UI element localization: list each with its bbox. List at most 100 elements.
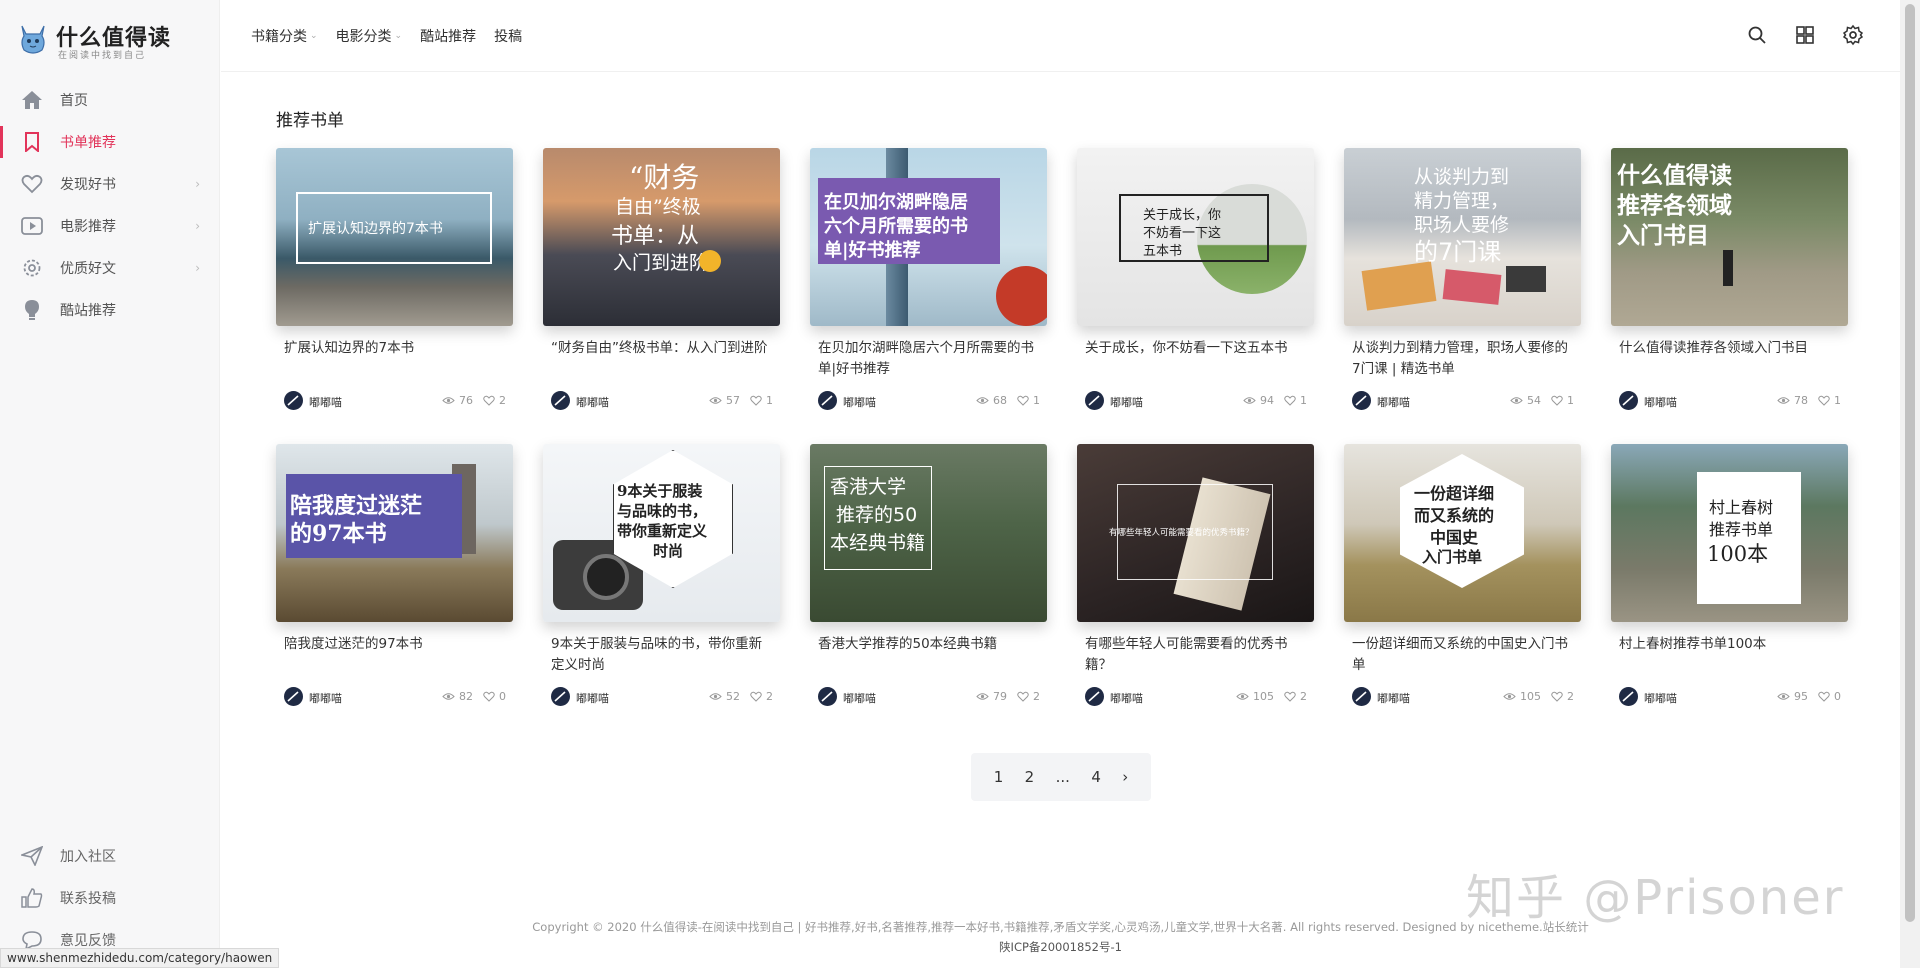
next-page-icon[interactable]: ›: [1122, 768, 1128, 786]
thumbnail-text-line: “财务: [629, 161, 700, 194]
search-icon[interactable]: [1746, 24, 1768, 46]
card-title[interactable]: “财务自由”终极书单：从入门到进阶: [551, 338, 773, 359]
author-name[interactable]: 嘟嘟喵: [309, 690, 342, 706]
nav-book-categories[interactable]: 书籍分类 ⌄: [251, 26, 318, 46]
card-thumbnail[interactable]: 关于成长，你 不妨看一下这 五本书: [1077, 148, 1314, 326]
booklist-card[interactable]: 关于成长，你 不妨看一下这 五本书 关于成长，你不妨看一下这五本书 嘟嘟喵 94…: [1077, 148, 1314, 410]
card-title[interactable]: 陪我度过迷茫的97本书: [284, 634, 506, 655]
like-count: 0: [1834, 690, 1841, 703]
booklist-card[interactable]: 一份超详细 而又系统的 中国史 入门书单 一份超详细而又系统的中国史入门书单 嘟…: [1344, 444, 1581, 706]
author-name[interactable]: 嘟嘟喵: [576, 690, 609, 706]
page-1[interactable]: 1: [994, 768, 1004, 786]
avatar[interactable]: [1085, 687, 1104, 706]
card-title[interactable]: 香港大学推荐的50本经典书籍: [818, 634, 1040, 655]
author-name[interactable]: 嘟嘟喵: [1110, 690, 1143, 706]
sidebar-item-home[interactable]: 首页: [0, 80, 220, 120]
author-name[interactable]: 嘟嘟喵: [1644, 690, 1677, 706]
author-name[interactable]: 嘟嘟喵: [1644, 394, 1677, 410]
author-name[interactable]: 嘟嘟喵: [309, 394, 342, 410]
card-title[interactable]: 有哪些年轻人可能需要看的优秀书籍？: [1085, 634, 1307, 676]
card-thumbnail[interactable]: 有哪些年轻人可能需要看的优秀书籍？: [1077, 444, 1314, 622]
author-name[interactable]: 嘟嘟喵: [1377, 394, 1410, 410]
nav-label: 酷站推荐: [420, 29, 477, 45]
booklist-card[interactable]: 有哪些年轻人可能需要看的优秀书籍？ 有哪些年轻人可能需要看的优秀书籍？ 嘟嘟喵 …: [1077, 444, 1314, 706]
page-2[interactable]: 2: [1025, 768, 1035, 786]
like-count: 1: [1300, 394, 1307, 407]
avatar[interactable]: [818, 391, 837, 410]
like-count: 1: [1567, 394, 1574, 407]
sidebar-item-discover-books[interactable]: 发现好书 ›: [0, 164, 220, 204]
avatar[interactable]: [551, 687, 570, 706]
card-title[interactable]: 扩展认知边界的7本书: [284, 338, 506, 359]
grid-icon[interactable]: [1794, 24, 1816, 46]
nav-cool-sites[interactable]: 酷站推荐: [420, 26, 476, 46]
thumbnail-text-line: 一份超详细: [1414, 484, 1495, 503]
page-4[interactable]: 4: [1091, 768, 1101, 786]
booklist-card[interactable]: “财务 自由”终极 书单：从 入门到进阶 “财务自由”终极书单：从入门到进阶 嘟…: [543, 148, 780, 410]
avatar[interactable]: [284, 391, 303, 410]
thumbnail-text-line: 中国史: [1430, 528, 1479, 547]
view-count: 95: [1794, 690, 1808, 703]
author-name[interactable]: 嘟嘟喵: [843, 394, 876, 410]
card-title[interactable]: 9本关于服装与品味的书，带你重新定义时尚: [551, 634, 773, 676]
card-title[interactable]: 关于成长，你不妨看一下这五本书: [1085, 338, 1307, 359]
card-thumbnail[interactable]: 香港大学 推荐的50 本经典书籍: [810, 444, 1047, 622]
booklist-card[interactable]: 村上春树 推荐书单 100本 村上春树推荐书单100本 嘟嘟喵 95 0: [1611, 444, 1848, 706]
card-title[interactable]: 在贝加尔湖畔隐居六个月所需要的书单|好书推荐: [818, 338, 1040, 380]
sidebar-join-community[interactable]: 加入社区: [0, 838, 220, 874]
card-thumbnail[interactable]: 从谈判力到 精力管理， 职场人要修 的7门课: [1344, 148, 1581, 326]
card-thumbnail[interactable]: 9本关于服装 与品味的书， 带你重新定义 时尚: [543, 444, 780, 622]
sidebar-contact-submit[interactable]: 联系投稿: [0, 880, 220, 916]
settings-gear-icon[interactable]: [1842, 24, 1864, 46]
card-title[interactable]: 一份超详细而又系统的中国史入门书单: [1352, 634, 1574, 676]
booklist-card[interactable]: 在贝加尔湖畔隐居 六个月所需要的书 单|好书推荐 在贝加尔湖畔隐居六个月所需要的…: [810, 148, 1047, 410]
nav-movie-categories[interactable]: 电影分类 ⌄: [336, 26, 403, 46]
card-title[interactable]: 什么值得读推荐各领域入门书目: [1619, 338, 1841, 359]
sidebar-item-articles[interactable]: 优质好文 ›: [0, 248, 220, 288]
avatar[interactable]: [284, 687, 303, 706]
card-thumbnail[interactable]: 陪我度过迷茫 的97本书: [276, 444, 513, 622]
footer-icp[interactable]: 陕ICP备20001852号-1: [221, 937, 1900, 957]
sidebar-item-cool-sites[interactable]: 酷站推荐: [0, 290, 220, 330]
author-name[interactable]: 嘟嘟喵: [843, 690, 876, 706]
sidebar-item-movies[interactable]: 电影推荐 ›: [0, 206, 220, 246]
card-meta: 嘟嘟喵 95 0: [1619, 687, 1841, 707]
avatar[interactable]: [1619, 687, 1638, 706]
card-title[interactable]: 从谈判力到精力管理，职场人要修的7门课 | 精选书单: [1352, 338, 1574, 380]
avatar[interactable]: [551, 391, 570, 410]
booklist-card[interactable]: 9本关于服装 与品味的书， 带你重新定义 时尚 9本关于服装与品味的书，带你重新…: [543, 444, 780, 706]
scrollbar-thumb[interactable]: [1905, 4, 1915, 922]
avatar[interactable]: [1085, 391, 1104, 410]
sidebar-item-label: 加入社区: [60, 849, 116, 865]
card-meta: 嘟嘟喵 57 1: [551, 391, 773, 411]
booklist-card[interactable]: 从谈判力到 精力管理， 职场人要修 的7门课 从谈判力到精力管理，职场人要修的7…: [1344, 148, 1581, 410]
thumbs-up-icon: [20, 886, 44, 910]
booklist-card[interactable]: 扩展认知边界的7本书 扩展认知边界的7本书 嘟嘟喵 76 2: [276, 148, 513, 410]
nav-submit[interactable]: 投稿: [494, 26, 522, 46]
card-title[interactable]: 村上春树推荐书单100本: [1619, 634, 1841, 655]
eye-icon: [1777, 693, 1790, 700]
card-stats: 105 2: [1236, 690, 1307, 703]
card-thumbnail[interactable]: 什么值得读 推荐各领域 入门书目: [1611, 148, 1848, 326]
card-thumbnail[interactable]: 村上春树 推荐书单 100本: [1611, 444, 1848, 622]
author-name[interactable]: 嘟嘟喵: [576, 394, 609, 410]
card-thumbnail[interactable]: 一份超详细 而又系统的 中国史 入门书单: [1344, 444, 1581, 622]
avatar[interactable]: [1619, 391, 1638, 410]
sidebar-item-booklists[interactable]: 书单推荐: [0, 122, 220, 162]
author-name[interactable]: 嘟嘟喵: [1377, 690, 1410, 706]
author-name[interactable]: 嘟嘟喵: [1110, 394, 1143, 410]
card-thumbnail[interactable]: 扩展认知边界的7本书: [276, 148, 513, 326]
avatar[interactable]: [1352, 391, 1371, 410]
card-thumbnail[interactable]: “财务 自由”终极 书单：从 入门到进阶: [543, 148, 780, 326]
booklist-card[interactable]: 陪我度过迷茫 的97本书 陪我度过迷茫的97本书 嘟嘟喵 82 0: [276, 444, 513, 706]
booklist-card[interactable]: 香港大学 推荐的50 本经典书籍 香港大学推荐的50本经典书籍 嘟嘟喵 79 2: [810, 444, 1047, 706]
avatar[interactable]: [1352, 687, 1371, 706]
like-count: 1: [766, 394, 773, 407]
booklist-card[interactable]: 什么值得读 推荐各领域 入门书目 什么值得读推荐各领域入门书目 嘟嘟喵 78 1: [1611, 148, 1848, 410]
heart-icon: [1017, 395, 1029, 406]
avatar[interactable]: [818, 687, 837, 706]
card-thumbnail[interactable]: 在贝加尔湖畔隐居 六个月所需要的书 单|好书推荐: [810, 148, 1047, 326]
card-stats: 68 1: [976, 394, 1040, 407]
page-scrollbar[interactable]: [1900, 0, 1920, 968]
site-logo[interactable]: 什么值得读 在阅读中找到自己: [18, 18, 198, 62]
